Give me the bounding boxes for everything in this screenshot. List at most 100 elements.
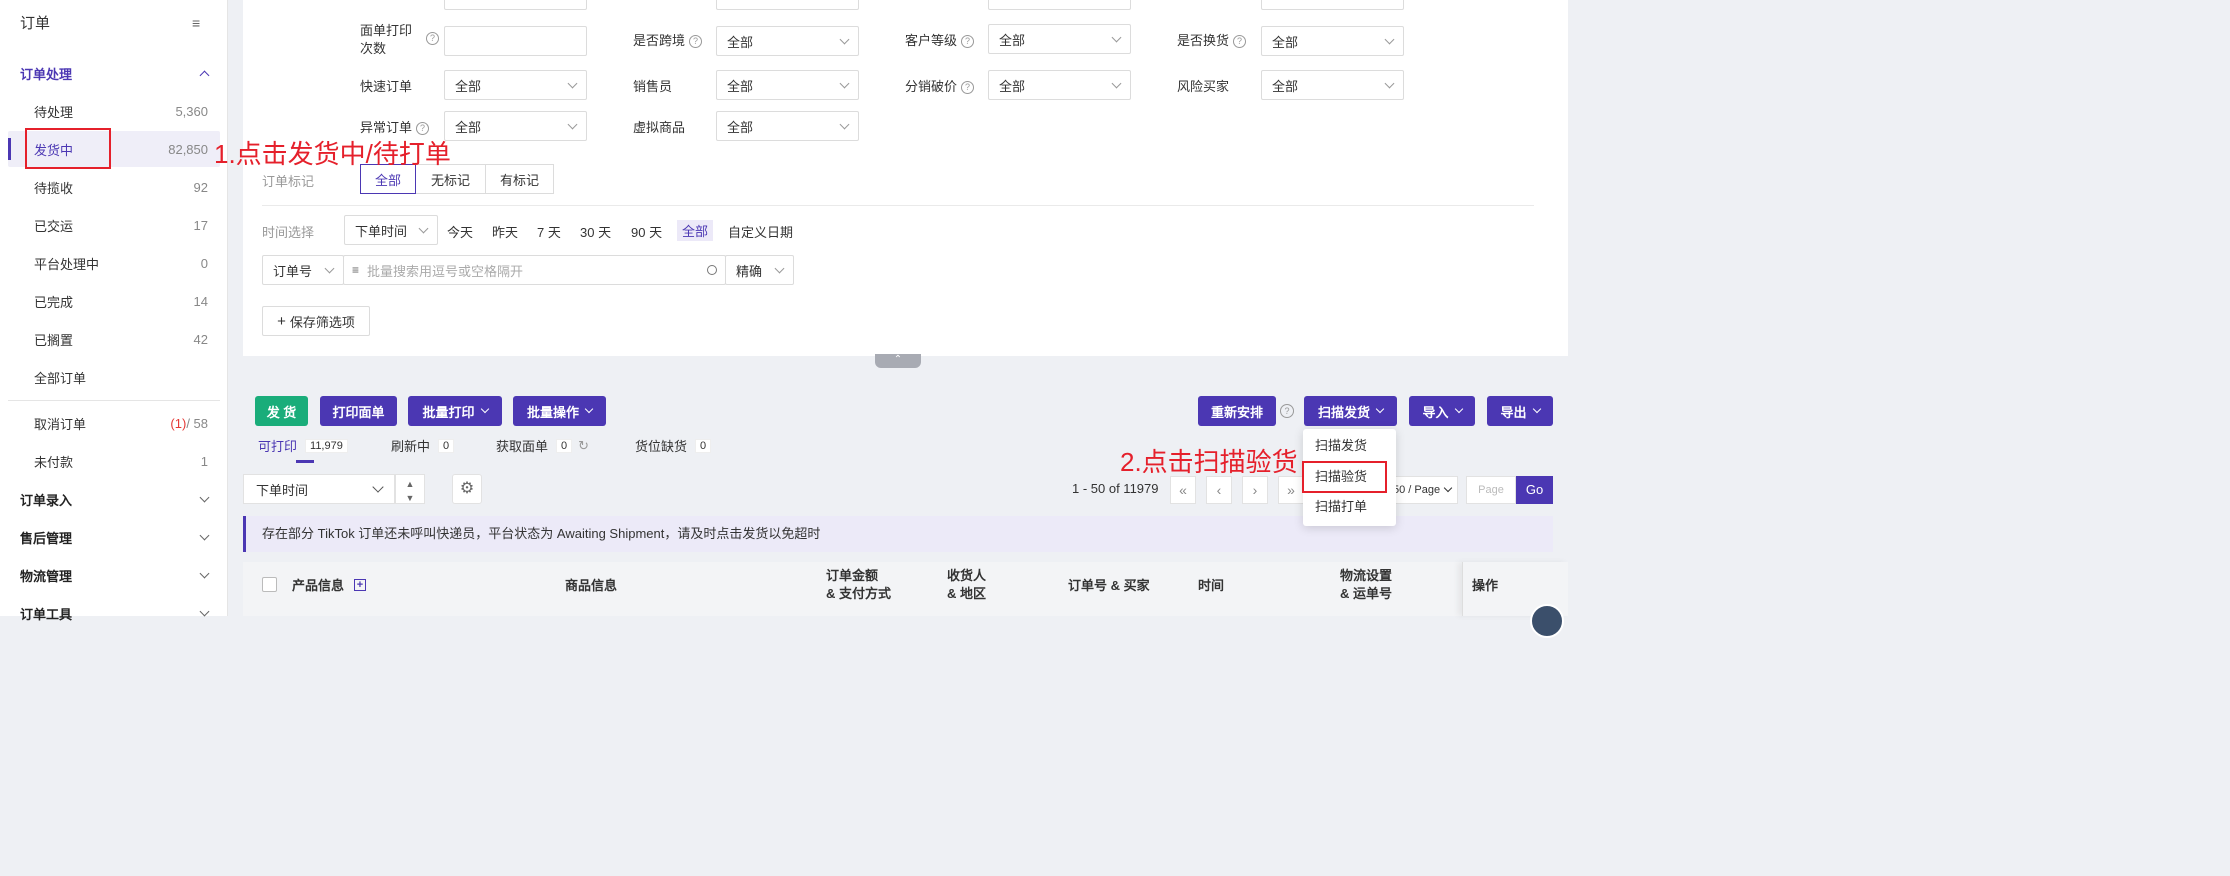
batch-ops-button[interactable]: 批量操作 (513, 396, 606, 426)
help-icon[interactable]: ? (422, 32, 439, 45)
expand-icon[interactable]: + (354, 579, 366, 591)
risk-buyer-select[interactable]: 全部 (1261, 70, 1404, 100)
reschedule-button[interactable]: 重新安排 (1198, 396, 1276, 426)
menu-item-scan-print[interactable]: 扫描打单 (1303, 492, 1396, 522)
sort-field-select[interactable]: 下单时间 (243, 474, 395, 504)
sidebar-group-after-sales[interactable]: 售后管理 (0, 518, 228, 556)
cross-border-select[interactable]: 全部 (716, 26, 859, 56)
time-type-select[interactable]: 下单时间 (344, 215, 438, 245)
batch-print-button[interactable]: 批量打印 (408, 396, 502, 426)
sidebar-group-order-processing[interactable]: 订单处理 (0, 54, 228, 92)
clipped-filter-input-4[interactable] (1261, 0, 1404, 10)
chevron-down-icon (1384, 78, 1395, 88)
sidebar-group-label: 订单录入 (20, 492, 73, 508)
th-logistics: 物流设置 & 运单号 (1340, 568, 1393, 601)
scan-ship-button[interactable]: 扫描发货 (1304, 396, 1397, 426)
clipped-filter-input-1[interactable] (444, 0, 587, 10)
button-label: 批量操作 (526, 404, 579, 420)
import-button[interactable]: 导入 (1409, 396, 1475, 426)
search-field-select[interactable]: 订单号 (262, 255, 344, 285)
last-page-icon[interactable]: » (1278, 476, 1304, 504)
select-all-checkbox[interactable] (262, 577, 277, 592)
help-icon[interactable]: ? (1233, 34, 1247, 48)
sidebar-group-order-entry[interactable]: 订单录入 (0, 480, 228, 518)
time-option-custom[interactable]: 自定义日期 (728, 222, 793, 241)
export-button[interactable]: 导出 (1487, 396, 1553, 426)
search-mode-select[interactable]: 精确 (725, 255, 794, 285)
sidebar-item-completed[interactable]: 已完成 14 (8, 283, 220, 319)
sidebar-item-handed-over[interactable]: 已交运 17 (8, 207, 220, 243)
prev-page-icon[interactable]: ‹ (1206, 476, 1232, 504)
chevron-up-icon (199, 70, 210, 80)
avatar[interactable] (1530, 604, 1564, 638)
select-value: 全部 (727, 119, 754, 135)
clipped-filter-input-2[interactable] (716, 0, 859, 10)
chevron-down-icon (1111, 78, 1122, 88)
seller-label-text: 销售员 (633, 79, 673, 94)
sort-direction-icon[interactable]: ▲ ▼ (395, 474, 425, 504)
tab-out-of-stock[interactable]: 货位缺货 0 (635, 436, 712, 455)
sidebar-item-count: 0 (200, 255, 208, 271)
next-page-icon[interactable]: › (1242, 476, 1268, 504)
refresh-icon[interactable]: ↻ (578, 438, 589, 454)
seller-select[interactable]: 全部 (716, 70, 859, 100)
button-label: 导出 (1500, 404, 1527, 420)
sidebar-item-all-orders[interactable]: 全部订单 (8, 359, 220, 395)
annotation-highlight-scan-inspect (1302, 461, 1387, 493)
button-label: 扫描发货 (1317, 404, 1370, 420)
customer-level-select[interactable]: 全部 (988, 24, 1131, 54)
help-icon[interactable]: ? (416, 121, 430, 135)
risk-buyer-label: 风险买家 (1177, 78, 1229, 96)
help-icon[interactable]: ? (1280, 404, 1294, 418)
sidebar-item-on-hold[interactable]: 已搁置 42 (8, 321, 220, 357)
search-icon[interactable] (707, 265, 717, 275)
tab-get-label[interactable]: 获取面单 0 ↻ (496, 436, 589, 455)
virtual-select[interactable]: 全部 (716, 111, 859, 141)
help-icon[interactable]: ? (689, 34, 703, 48)
ship-button[interactable]: 发 货 (255, 396, 308, 426)
time-option-7d[interactable]: 7 天 (537, 222, 561, 241)
sidebar-item-label: 已交运 (34, 218, 74, 234)
dist-price-select[interactable]: 全部 (988, 70, 1131, 100)
time-option-90d[interactable]: 90 天 (631, 222, 662, 241)
go-button[interactable]: Go (1516, 476, 1553, 504)
sidebar-item-cancelled[interactable]: 取消订单 (1)/ 58 (8, 405, 220, 441)
first-page-icon[interactable]: « (1170, 476, 1196, 504)
time-option-30d[interactable]: 30 天 (580, 222, 611, 241)
exchange-select[interactable]: 全部 (1261, 26, 1404, 56)
sidebar-item-awaiting-pickup[interactable]: 待揽收 92 (8, 169, 220, 205)
sidebar-item-platform-processing[interactable]: 平台处理中 0 (8, 245, 220, 281)
sidebar-item-unpaid[interactable]: 未付款 1 (8, 443, 220, 479)
print-count-input[interactable] (444, 26, 587, 56)
exchange-label-text: 是否换货 (1177, 33, 1230, 48)
save-filter-button[interactable]: + 保存筛选项 (262, 306, 370, 336)
tab-refreshing[interactable]: 刷新中 0 (391, 436, 455, 455)
sidebar-item-count: 5,360 (175, 103, 208, 119)
sidebar-item-pending[interactable]: 待处理 5,360 (8, 93, 220, 129)
sidebar-title: 订单 (20, 14, 51, 32)
sidebar-group-logistics[interactable]: 物流管理 (0, 556, 228, 594)
tab-printable[interactable]: 可打印 11,979 (258, 436, 348, 455)
customer-level-label-text: 客户等级 (905, 33, 958, 48)
print-label-button[interactable]: 打印面单 (320, 396, 397, 426)
sidebar-group-order-tools[interactable]: 订单工具 (0, 594, 228, 632)
menu-item-scan-ship[interactable]: 扫描发货 (1303, 431, 1396, 461)
sidebar-item-count: 17 (193, 217, 208, 233)
time-option-all[interactable]: 全部 (677, 220, 714, 241)
collapse-menu-icon[interactable]: ≡ (192, 15, 208, 31)
tab-label: 可打印 (258, 439, 298, 454)
help-icon[interactable]: ? (961, 80, 975, 94)
save-filter-label: 保存筛选项 (289, 314, 355, 330)
time-option-yesterday[interactable]: 昨天 (492, 222, 518, 241)
page-number-input[interactable]: Page (1466, 476, 1516, 504)
abnormal-select[interactable]: 全部 (444, 111, 587, 141)
time-label: 时间选择 (262, 225, 315, 240)
express-select[interactable]: 全部 (444, 70, 587, 100)
help-icon[interactable]: ? (961, 34, 975, 48)
time-option-today[interactable]: 今天 (447, 222, 473, 241)
collapse-filter-toggle[interactable]: ⌃ (875, 354, 921, 368)
mark-option-marked[interactable]: 有标记 (485, 164, 554, 194)
search-input[interactable]: ≡ 批量搜索用逗号或空格隔开 (343, 255, 726, 285)
gear-icon[interactable]: ⚙ (452, 474, 482, 504)
clipped-filter-input-3[interactable] (988, 0, 1131, 10)
